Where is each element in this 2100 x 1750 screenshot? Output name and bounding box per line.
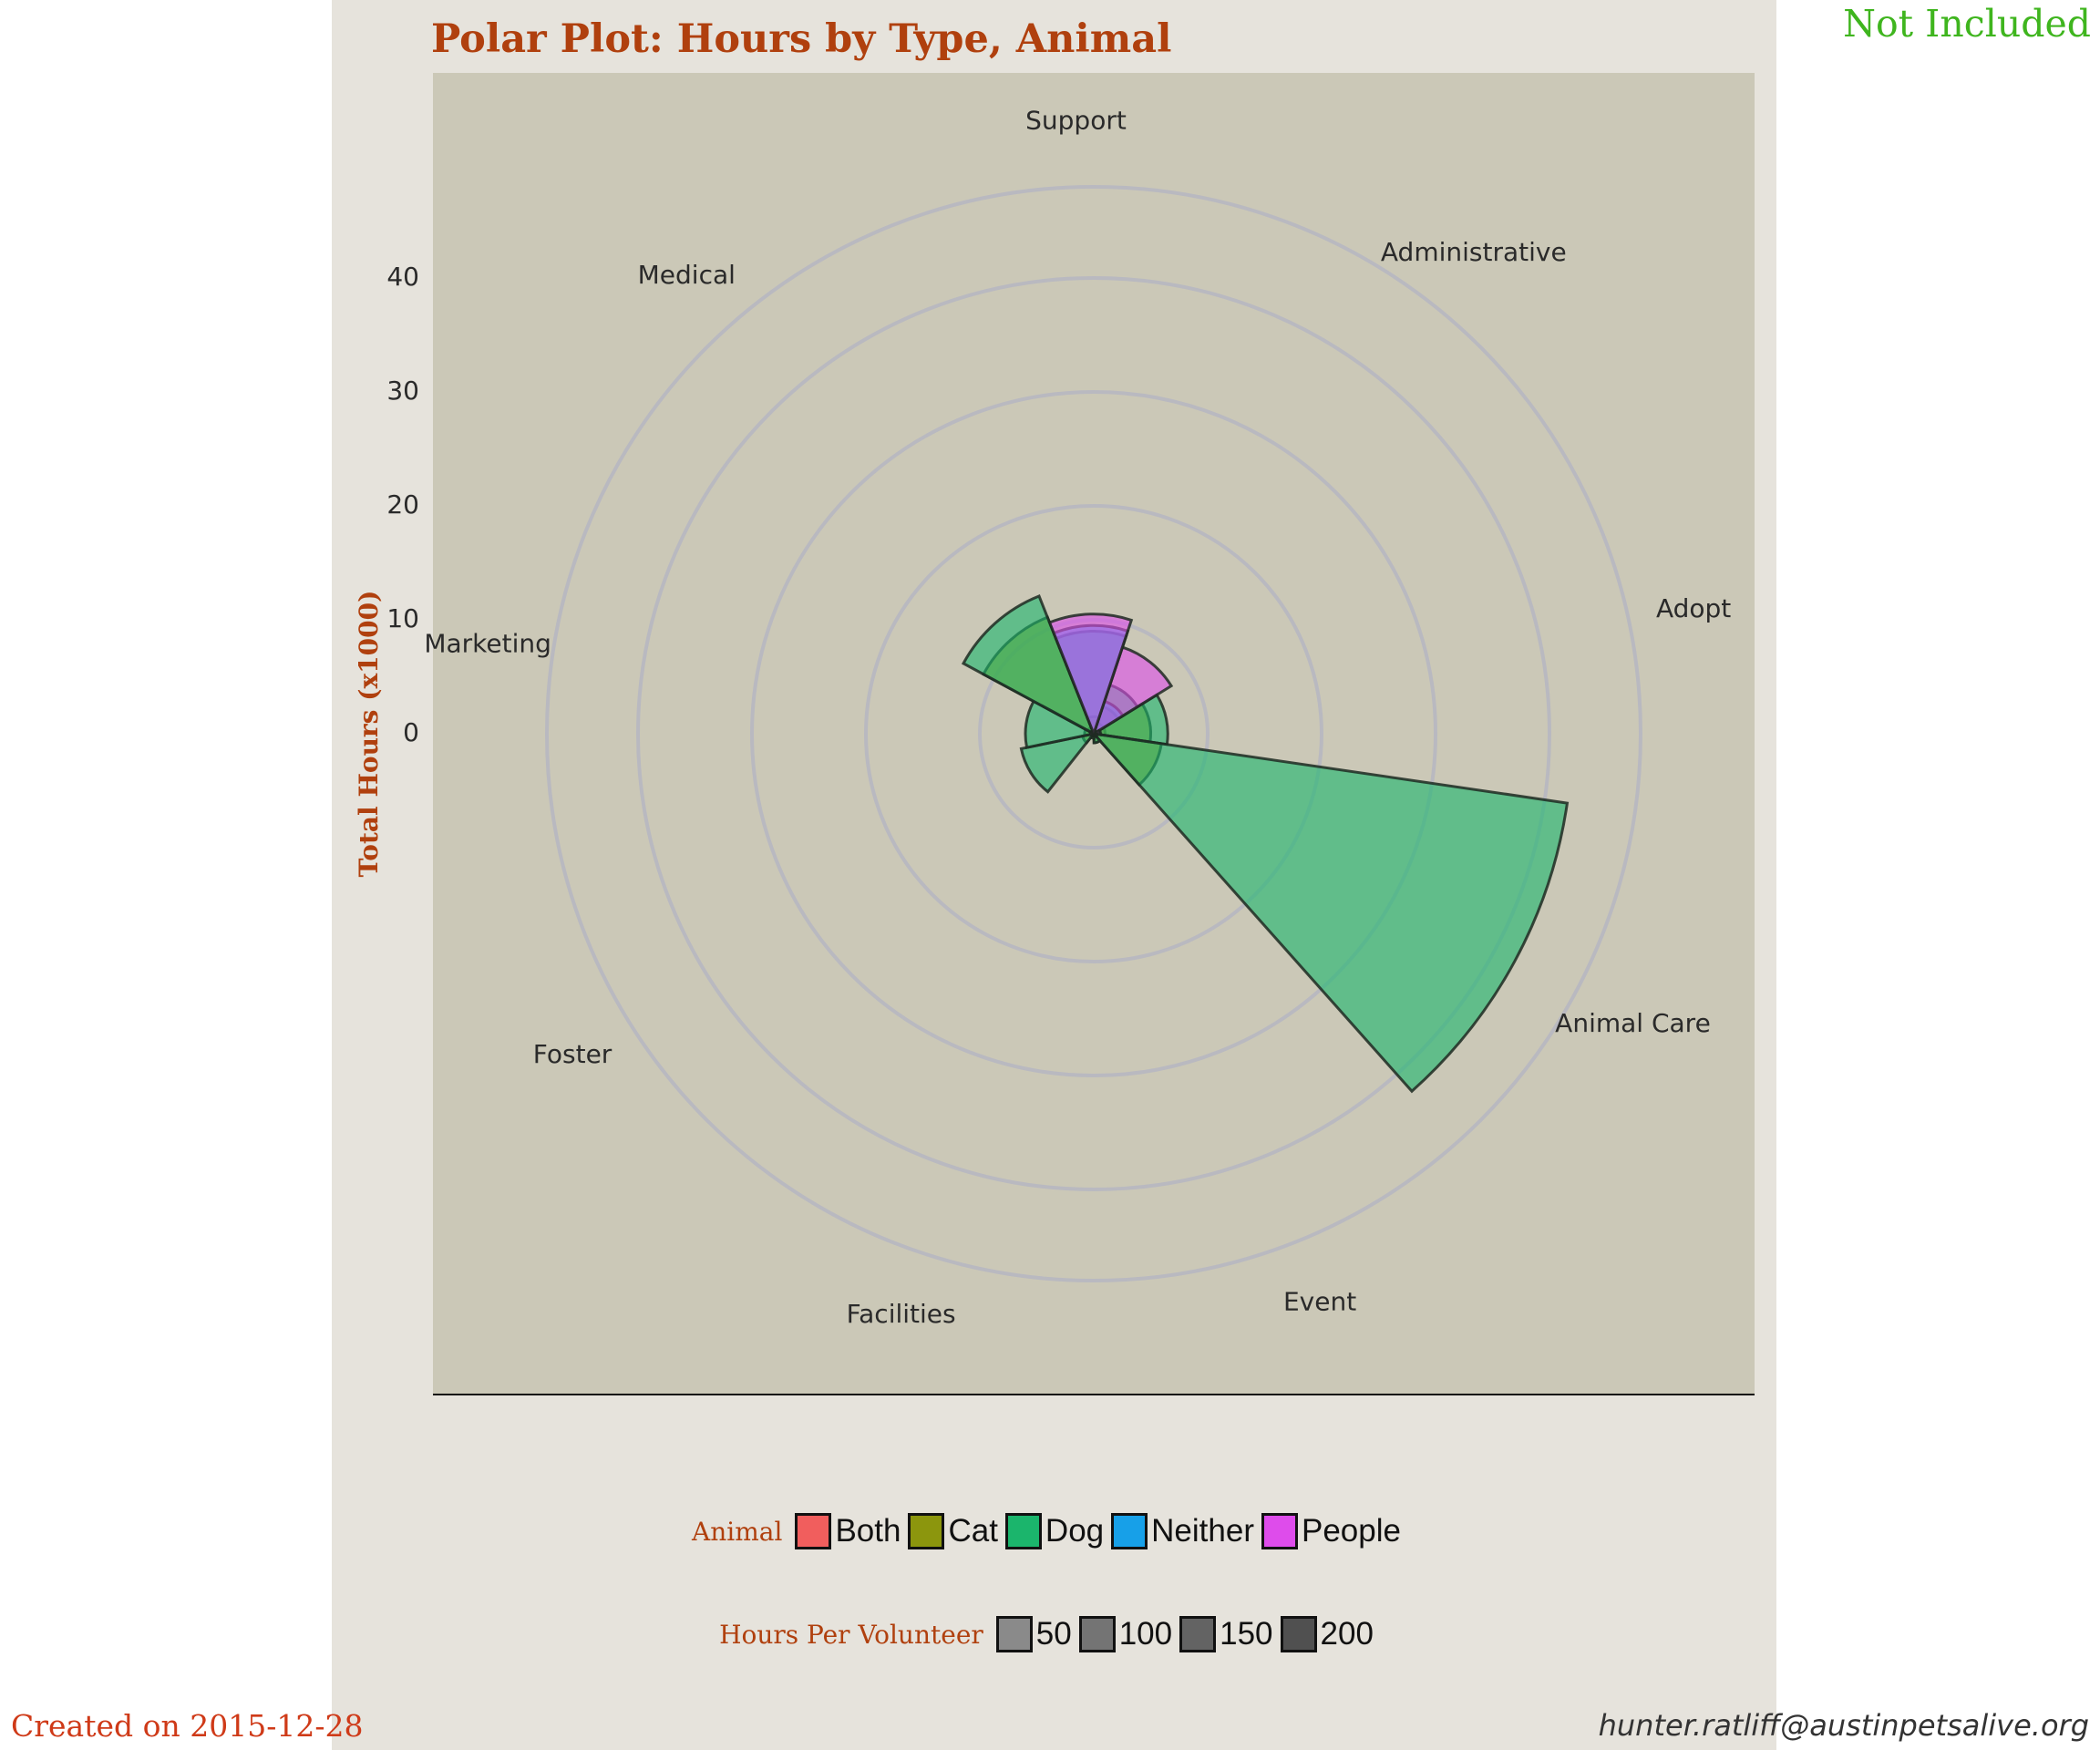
r-tick-label: 20 <box>386 489 419 520</box>
category-label-medical: Medical <box>638 260 736 290</box>
r-tick-label: 40 <box>386 262 419 292</box>
category-label-foster: Foster <box>533 1039 612 1069</box>
legend-item-150: 150 <box>1179 1616 1273 1652</box>
category-label-event: Event <box>1283 1287 1356 1317</box>
legend-label: People <box>1301 1513 1401 1549</box>
category-label-support: Support <box>1025 105 1127 135</box>
category-label-administrative: Administrative <box>1381 237 1567 267</box>
y-axis-label: Total Hours (x1000) <box>354 591 384 878</box>
legend-hours-title: Hours Per Volunteer <box>719 1619 983 1650</box>
r-tick-label: 0 <box>403 717 419 747</box>
legend-swatch <box>1179 1616 1217 1652</box>
legend-swatch <box>1004 1513 1042 1549</box>
legend-animal-title: Animal <box>692 1516 783 1547</box>
legend-label: 50 <box>1035 1616 1072 1652</box>
legend-animal: Animal Both Cat Dog Neither People <box>0 1513 2100 1549</box>
legend-swatch <box>1261 1513 1298 1549</box>
legend-swatch <box>1078 1616 1116 1652</box>
legend-item-200: 200 <box>1280 1616 1374 1652</box>
legend-item-100: 100 <box>1078 1616 1173 1652</box>
legend-item-dog: Dog <box>1004 1513 1105 1549</box>
legend-swatch <box>908 1513 945 1549</box>
category-label-marketing: Marketing <box>424 629 551 659</box>
legend-label: 150 <box>1220 1616 1273 1652</box>
legend-item-neither: Neither <box>1111 1513 1254 1549</box>
legend-label: 100 <box>1118 1616 1173 1652</box>
not-included-note: Not Included <box>1843 2 2091 46</box>
polar-chart: Administrative Adopt Animal Care Event Facil… <box>354 73 1755 1395</box>
category-label-facilities: Facilities <box>847 1299 956 1329</box>
legend-label: Dog <box>1045 1513 1105 1549</box>
legend-label: Both <box>835 1513 901 1549</box>
legend-label: 200 <box>1320 1616 1374 1652</box>
category-label-animal-care: Animal Care <box>1555 1008 1711 1038</box>
legend-label: Cat <box>948 1513 998 1549</box>
legend-swatch <box>1111 1513 1148 1549</box>
category-label-adopt: Adopt <box>1656 593 1731 623</box>
legend-swatch <box>795 1513 832 1549</box>
legend-label: Neither <box>1151 1513 1254 1549</box>
legend-swatch <box>995 1616 1033 1652</box>
legend-hours: Hours Per Volunteer 50 100 150 200 <box>0 1616 2100 1652</box>
author-email: hunter.ratliff@austinpetsalive.org <box>1598 1708 2089 1743</box>
legend-item-50: 50 <box>995 1616 1072 1652</box>
r-tick-label: 30 <box>386 376 419 406</box>
created-date: Created on 2015-12-28 <box>11 1708 364 1744</box>
legend-item-people: People <box>1261 1513 1401 1549</box>
r-tick-label: 10 <box>386 603 419 633</box>
legend-swatch <box>1280 1616 1317 1652</box>
legend-item-both: Both <box>795 1513 901 1549</box>
legend-item-cat: Cat <box>908 1513 998 1549</box>
